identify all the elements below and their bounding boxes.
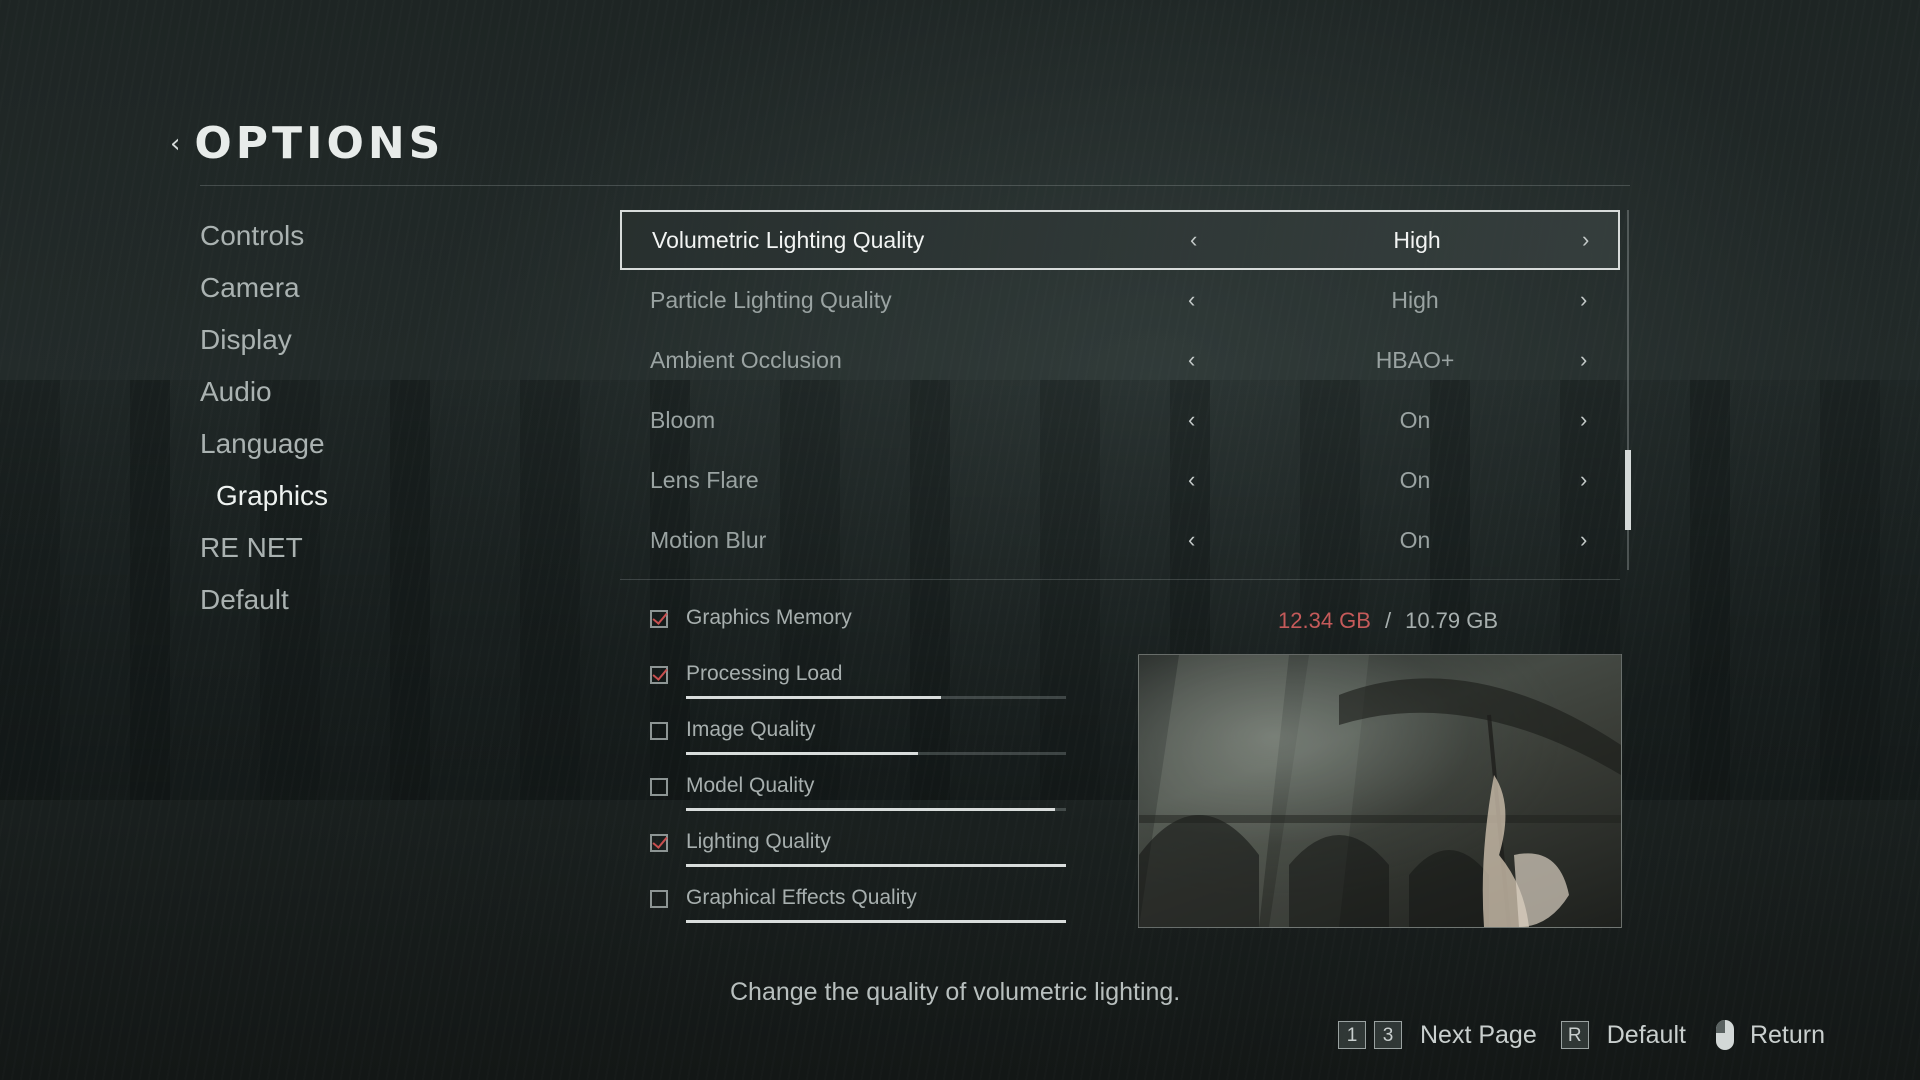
setting-label: Particle Lighting Quality <box>650 286 892 313</box>
settings-scrollbar-thumb[interactable] <box>1625 450 1631 530</box>
sidebar-item-controls[interactable]: Controls <box>200 210 328 262</box>
next-page-label: Next Page <box>1419 1020 1537 1049</box>
meter-fill <box>686 696 941 699</box>
options-sidebar: Controls Camera Display Audio Language G… <box>200 210 328 626</box>
chevron-right-icon[interactable]: › <box>1582 227 1589 253</box>
page-title: OPTIONS <box>194 118 445 169</box>
default-hint[interactable]: R Default <box>1560 1020 1686 1050</box>
meter-label: Image Quality <box>686 718 816 741</box>
meter-label: Graphical Effects Quality <box>686 886 917 909</box>
meter-image-quality: Image Quality <box>648 716 1068 772</box>
processing-load-checkbox[interactable] <box>650 665 668 684</box>
back-chevron-icon[interactable]: ‹ <box>170 129 180 159</box>
meter-processing-load: Processing Load <box>648 660 1068 716</box>
chevron-right-icon[interactable]: › <box>1580 467 1587 493</box>
chevron-left-icon[interactable]: ‹ <box>1188 527 1195 553</box>
cathedral-scene-icon <box>1139 655 1621 927</box>
sidebar-item-display[interactable]: Display <box>200 314 328 366</box>
meter-graphical-effects-quality: Graphical Effects Quality <box>648 884 1068 940</box>
chevron-left-icon[interactable]: ‹ <box>1188 467 1195 493</box>
meter-bar <box>686 696 1066 699</box>
chevron-left-icon[interactable]: ‹ <box>1188 287 1195 313</box>
key-1-icon: 1 <box>1337 1021 1366 1049</box>
checkmark-icon <box>652 665 668 681</box>
setting-value: On <box>1399 406 1431 433</box>
setting-value: On <box>1399 526 1431 553</box>
graphical-effects-quality-checkbox[interactable] <box>650 890 668 908</box>
setting-lens-flare[interactable]: Lens Flare ‹ On › <box>620 450 1620 510</box>
header-divider <box>200 185 1630 186</box>
meter-fill <box>686 864 1066 867</box>
setting-particle-lighting-quality[interactable]: Particle Lighting Quality ‹ High › <box>620 270 1620 330</box>
meter-label: Graphics Memory <box>686 606 852 629</box>
options-header: ‹ OPTIONS <box>170 118 444 169</box>
meter-bar <box>686 920 1066 923</box>
setting-motion-blur[interactable]: Motion Blur ‹ On › <box>620 510 1620 570</box>
setting-ambient-occlusion[interactable]: Ambient Occlusion ‹ HBAO+ › <box>620 330 1620 390</box>
meter-lighting-quality: Lighting Quality <box>648 828 1068 884</box>
setting-value: On <box>1399 466 1431 493</box>
setting-label: Lens Flare <box>650 466 759 493</box>
setting-bloom[interactable]: Bloom ‹ On › <box>620 390 1620 450</box>
setting-label: Bloom <box>650 406 716 433</box>
setting-value: HBAO+ <box>1375 346 1455 373</box>
sidebar-item-graphics[interactable]: Graphics <box>200 470 328 522</box>
memory-used: 12.34 GB <box>1278 608 1371 633</box>
image-quality-checkbox[interactable] <box>650 722 668 740</box>
meter-bar <box>686 808 1066 811</box>
setting-description: Change the quality of volumetric lightin… <box>730 978 1181 1006</box>
checkmark-icon <box>652 609 668 625</box>
sidebar-item-re-net[interactable]: RE NET <box>200 522 328 574</box>
chevron-left-icon[interactable]: ‹ <box>1188 347 1195 373</box>
performance-meters: Graphics Memory Processing Load Image Qu… <box>648 604 1068 940</box>
meter-label: Lighting Quality <box>686 830 831 853</box>
setting-value: High <box>1393 226 1441 253</box>
sidebar-item-camera[interactable]: Camera <box>200 262 328 314</box>
sidebar-item-audio[interactable]: Audio <box>200 366 328 418</box>
meter-graphics-memory: Graphics Memory <box>648 604 1068 660</box>
checkmark-icon <box>652 833 668 849</box>
setting-label: Volumetric Lighting Quality <box>652 226 925 253</box>
setting-volumetric-lighting-quality[interactable]: Volumetric Lighting Quality ‹ High › <box>620 210 1620 270</box>
meter-bar <box>686 752 1066 755</box>
setting-preview-image <box>1138 654 1622 928</box>
footer-hints: 1 3 Next Page R Default Return <box>1322 1020 1825 1050</box>
return-hint[interactable]: Return <box>1702 1020 1825 1050</box>
model-quality-checkbox[interactable] <box>650 778 668 796</box>
chevron-left-icon[interactable]: ‹ <box>1188 407 1195 433</box>
meter-label: Processing Load <box>686 662 843 685</box>
meter-model-quality: Model Quality <box>648 772 1068 828</box>
graphics-settings-list: Volumetric Lighting Quality ‹ High › Par… <box>620 210 1620 570</box>
setting-label: Ambient Occlusion <box>650 346 842 373</box>
settings-divider <box>620 579 1620 580</box>
sidebar-item-language[interactable]: Language <box>200 418 328 470</box>
default-label: Default <box>1606 1020 1686 1049</box>
memory-separator: / <box>1384 608 1392 633</box>
key-r-icon: R <box>1560 1021 1589 1049</box>
key-3-icon: 3 <box>1373 1021 1402 1049</box>
return-label: Return <box>1749 1020 1825 1049</box>
chevron-right-icon[interactable]: › <box>1580 287 1587 313</box>
setting-label: Motion Blur <box>650 526 767 553</box>
mouse-right-click-icon <box>1715 1020 1734 1050</box>
graphics-memory-checkbox[interactable] <box>650 609 668 628</box>
lighting-quality-checkbox[interactable] <box>650 833 668 852</box>
meter-label: Model Quality <box>686 774 815 797</box>
chevron-right-icon[interactable]: › <box>1580 347 1587 373</box>
meter-bar <box>686 864 1066 867</box>
memory-total: 10.79 GB <box>1405 608 1499 633</box>
meter-fill <box>686 752 918 755</box>
next-page-hint[interactable]: 1 3 Next Page <box>1337 1020 1537 1050</box>
meter-fill <box>686 920 1066 923</box>
meter-fill <box>686 808 1055 811</box>
chevron-left-icon[interactable]: ‹ <box>1190 227 1197 253</box>
sidebar-item-default[interactable]: Default <box>200 574 328 626</box>
chevron-right-icon[interactable]: › <box>1580 407 1587 433</box>
graphics-memory-readout: 12.34 GB / 10.79 GB <box>1278 608 1498 634</box>
chevron-right-icon[interactable]: › <box>1580 527 1587 553</box>
setting-value: High <box>1391 286 1439 313</box>
